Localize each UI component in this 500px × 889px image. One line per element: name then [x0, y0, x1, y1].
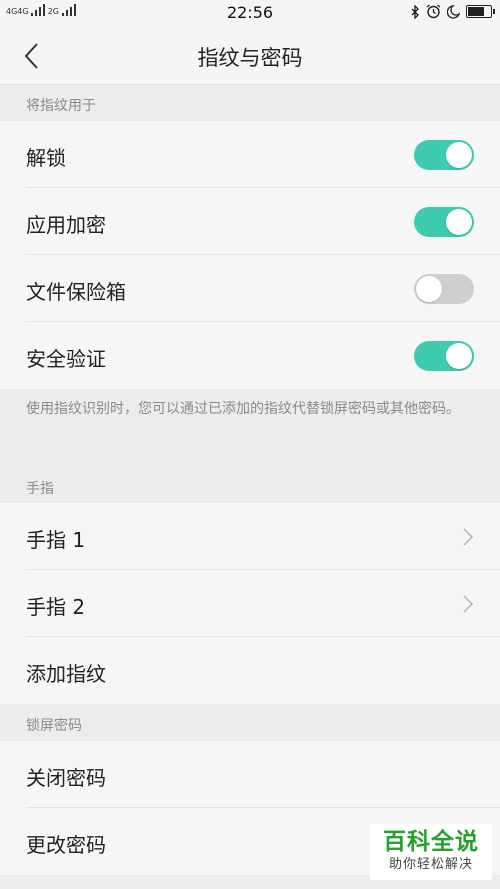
unlock-toggle[interactable]	[414, 140, 474, 170]
chevron-right-icon	[463, 595, 474, 613]
file-safe-toggle[interactable]	[414, 274, 474, 304]
chevron-right-icon	[463, 528, 474, 546]
finger-1-row[interactable]: 手指 1	[0, 503, 500, 570]
status-icons	[411, 4, 495, 19]
row-label: 关闭密码	[26, 766, 106, 790]
row-label: 文件保险箱	[26, 280, 126, 304]
page-title: 指纹与密码	[197, 46, 303, 70]
back-button[interactable]	[20, 41, 48, 71]
row-label: 手指 1	[26, 528, 86, 552]
watermark-logo: 百科全说 助你轻松解决	[370, 824, 492, 880]
row-label: 应用加密	[26, 213, 106, 237]
battery-icon	[466, 5, 495, 18]
toggle-knob	[446, 343, 472, 369]
row-label: 安全验证	[26, 347, 106, 371]
turn-off-password-row[interactable]: 关闭密码	[0, 741, 500, 808]
toggle-row-security-verification[interactable]: 安全验证	[0, 322, 500, 389]
app-encryption-toggle[interactable]	[414, 207, 474, 237]
toggle-row-file-safe[interactable]: 文件保险箱	[0, 255, 500, 322]
toggle-knob	[446, 142, 472, 168]
watermark-subtitle: 助你轻松解决	[388, 857, 473, 872]
status-bar: 4G4G 2G 22:56	[0, 0, 500, 28]
add-fingerprint-row[interactable]: 添加指纹	[0, 637, 500, 704]
row-label: 添加指纹	[26, 662, 106, 686]
toggle-knob	[416, 276, 442, 302]
toggle-row-app-encryption[interactable]: 应用加密	[0, 188, 500, 255]
section-header-lock-password: 锁屏密码	[0, 704, 500, 741]
alarm-icon	[426, 4, 441, 19]
fingerprint-usage-note: 使用指纹识别时，您可以通过已添加的指纹代替锁屏密码或其他密码。	[0, 389, 500, 449]
security-verification-toggle[interactable]	[414, 341, 474, 371]
watermark-title: 百科全说	[383, 829, 479, 855]
navigation-header: 指纹与密码	[0, 28, 500, 85]
toggle-knob	[446, 209, 472, 235]
section-header-fingers: 手指	[0, 449, 500, 503]
toggle-row-unlock[interactable]: 解锁	[0, 121, 500, 188]
section-header-use-fingerprint: 将指纹用于	[0, 85, 500, 121]
battery-level	[468, 7, 484, 16]
chevron-left-icon	[24, 43, 38, 69]
row-label: 解锁	[26, 146, 66, 170]
row-label: 更改密码	[26, 833, 106, 857]
row-label: 手指 2	[26, 595, 86, 619]
bluetooth-icon	[411, 4, 419, 19]
finger-2-row[interactable]: 手指 2	[0, 570, 500, 637]
do-not-disturb-moon-icon	[447, 4, 460, 19]
